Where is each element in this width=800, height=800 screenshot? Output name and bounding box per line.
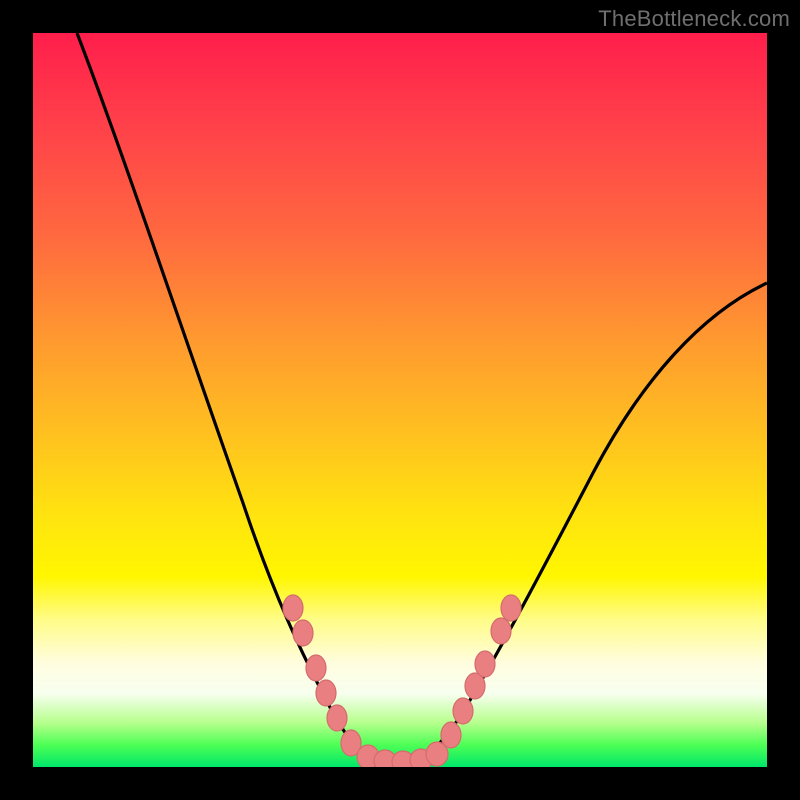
chart-frame: TheBottleneck.com bbox=[0, 0, 800, 800]
marker-dot bbox=[327, 705, 347, 731]
chart-svg bbox=[33, 33, 767, 767]
plot-area bbox=[33, 33, 767, 767]
marker-dot bbox=[491, 618, 511, 644]
marker-dot bbox=[501, 595, 521, 621]
curve-group bbox=[77, 33, 767, 763]
watermark-text: TheBottleneck.com bbox=[598, 6, 790, 32]
bottleneck-curve bbox=[77, 33, 767, 763]
marker-group bbox=[283, 595, 521, 767]
marker-dot bbox=[293, 620, 313, 646]
marker-dot bbox=[316, 680, 336, 706]
marker-dot bbox=[475, 651, 495, 677]
marker-dot bbox=[441, 722, 461, 748]
marker-dot bbox=[306, 655, 326, 681]
marker-dot bbox=[283, 595, 303, 621]
marker-dot bbox=[453, 698, 473, 724]
